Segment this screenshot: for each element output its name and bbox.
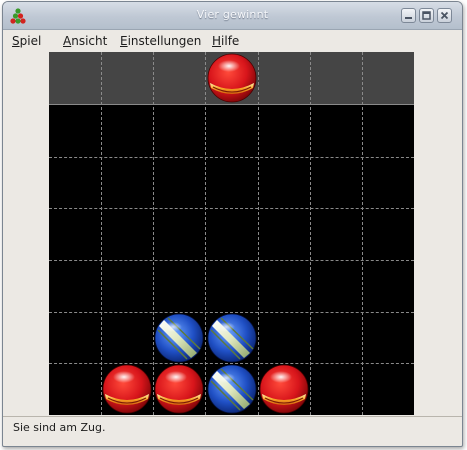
close-icon: [440, 11, 449, 20]
menu-einstellungen[interactable]: Einstellungen: [120, 34, 201, 48]
menu-hilfe-accel: H: [212, 34, 222, 48]
menu-hilfe-label: ilfe: [221, 34, 240, 48]
minimize-icon: [405, 17, 412, 19]
menu-einstellungen-accel: E: [120, 34, 128, 48]
menu-hilfe[interactable]: Hilfe: [212, 34, 239, 48]
menu-spiel[interactable]: Spiel: [12, 34, 41, 48]
hover-piece-red: [207, 53, 257, 103]
grid-line-horizontal: [49, 156, 414, 158]
menu-bar: Spiel Ansicht Einstellungen Hilfe: [3, 30, 462, 52]
menu-ansicht-accel: A: [63, 34, 72, 48]
menu-ansicht[interactable]: Ansicht: [63, 34, 107, 48]
piece-blue: [207, 313, 257, 363]
grid-line-vertical: [257, 52, 259, 415]
menu-spiel-label: piel: [19, 34, 42, 48]
window-title: Vier gewinnt: [196, 8, 269, 21]
piece-red: [154, 364, 204, 414]
game-board[interactable]: [49, 52, 414, 415]
drop-row[interactable]: [49, 52, 414, 105]
menu-spiel-accel: S: [12, 34, 20, 48]
grid-line-vertical: [361, 52, 363, 415]
status-bar: Sie sind am Zug.: [3, 416, 462, 439]
status-text: Sie sind am Zug.: [13, 421, 106, 434]
piece-blue: [154, 313, 204, 363]
title-bar[interactable]: Vier gewinnt: [3, 2, 462, 30]
minimize-button[interactable]: [401, 8, 416, 23]
maximize-button[interactable]: [419, 8, 434, 23]
piece-blue: [207, 364, 257, 414]
menu-ansicht-label: nsicht: [71, 34, 108, 48]
grid-line-horizontal: [49, 208, 414, 210]
game-window: Vier gewinnt Spiel Ansicht Einstellungen…: [2, 1, 463, 447]
piece-red: [102, 364, 152, 414]
piece-red: [259, 364, 309, 414]
grid-line-horizontal: [49, 260, 414, 261]
close-button[interactable]: [437, 8, 452, 23]
maximize-icon: [422, 11, 431, 20]
board-grid[interactable]: [49, 52, 414, 415]
grid-line-vertical: [309, 52, 311, 415]
grid-line-vertical: [101, 52, 103, 415]
menu-einstellungen-label: instellungen: [127, 34, 202, 48]
